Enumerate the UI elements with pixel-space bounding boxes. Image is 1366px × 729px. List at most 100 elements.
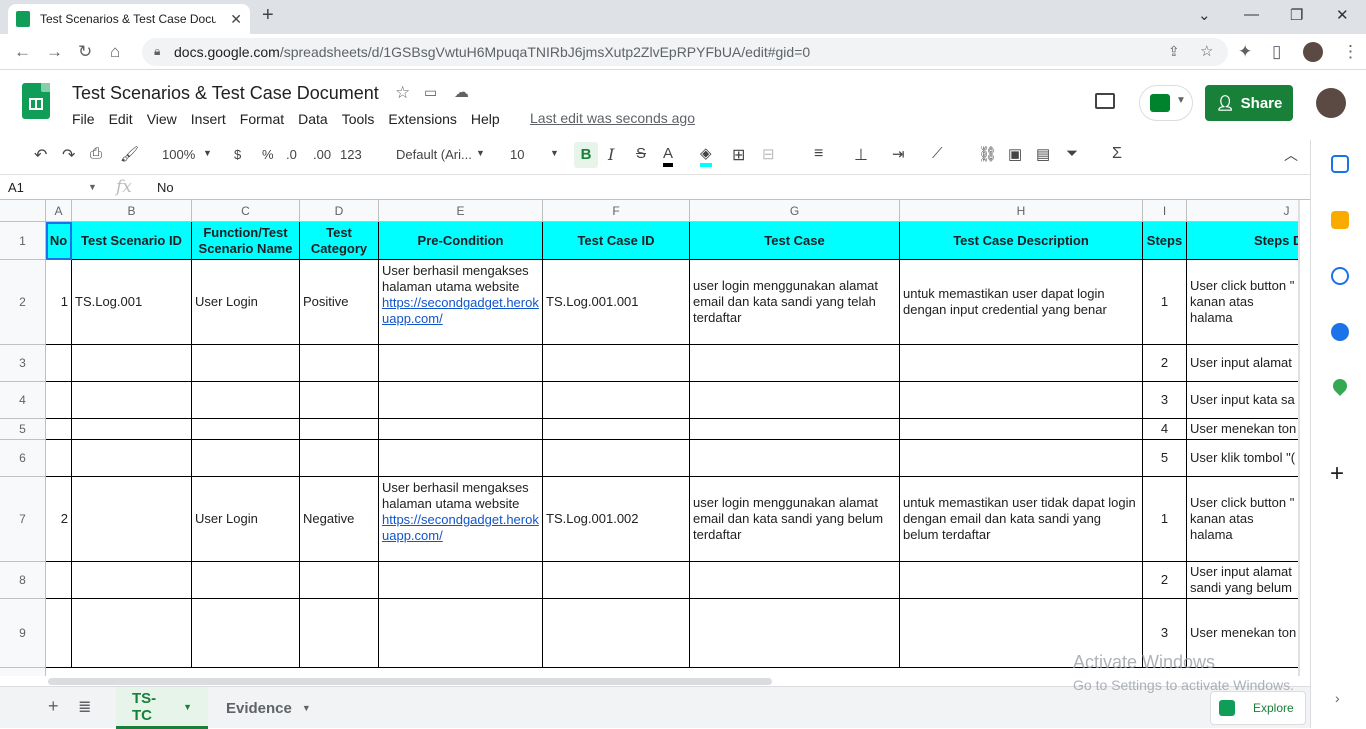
cell-c9[interactable] <box>192 599 300 668</box>
cell-d4[interactable] <box>300 382 379 419</box>
column-header-j[interactable]: J <box>1187 200 1300 222</box>
tasks-icon[interactable] <box>1331 267 1349 285</box>
row-header-4[interactable]: 4 <box>0 382 46 419</box>
cell-g6[interactable] <box>690 440 900 477</box>
add-sheet-icon[interactable]: + <box>48 696 59 717</box>
move-folder-icon[interactable]: ▭ <box>424 84 437 101</box>
cell-d9[interactable] <box>300 599 379 668</box>
cell-g7[interactable]: user login menggunakan alamat email dan … <box>690 477 900 562</box>
column-header-g[interactable]: G <box>690 200 900 222</box>
cell-d6[interactable] <box>300 440 379 477</box>
font-size-dropdown-icon[interactable]: ▼ <box>550 148 559 158</box>
cell-d3[interactable] <box>300 345 379 382</box>
font-dropdown-icon[interactable]: ▼ <box>476 148 485 158</box>
user-avatar[interactable] <box>1316 88 1346 118</box>
url-input[interactable]: 🔒︎ docs.google.com/spreadsheets/d/1GSBsg… <box>142 38 1228 66</box>
cell-g4[interactable] <box>690 382 900 419</box>
font-size-select[interactable]: 10 <box>510 147 524 162</box>
column-header-a[interactable]: A <box>46 200 72 222</box>
cell-h2[interactable]: untuk memastikan user dapat login dengan… <box>900 260 1143 345</box>
menu-extensions[interactable]: Extensions <box>388 111 456 127</box>
cell-b8[interactable] <box>72 562 192 599</box>
insert-comment-icon[interactable]: ▣ <box>1008 145 1022 163</box>
cell-e8[interactable] <box>379 562 543 599</box>
fill-color-icon[interactable]: ◈ <box>700 145 712 167</box>
menu-data[interactable]: Data <box>298 111 328 127</box>
side-panel-icon[interactable]: ▯ <box>1272 42 1281 62</box>
header-cell-description[interactable]: Test Case Description <box>900 222 1143 260</box>
column-header-f[interactable]: F <box>543 200 690 222</box>
show-side-panel-icon[interactable]: › <box>1335 690 1340 706</box>
cell-g2[interactable]: user login menggunakan alamat email dan … <box>690 260 900 345</box>
restore-icon[interactable]: ❐ <box>1290 6 1303 24</box>
cell-d2[interactable]: Positive <box>300 260 379 345</box>
header-cell-scenario-id[interactable]: Test Scenario ID <box>72 222 192 260</box>
cell-a2[interactable]: 1 <box>46 260 72 345</box>
cell-c2[interactable]: User Login <box>192 260 300 345</box>
row-header-7[interactable]: 7 <box>0 477 46 562</box>
merge-cells-icon[interactable]: ⊟ <box>762 145 775 163</box>
column-header-b[interactable]: B <box>72 200 192 222</box>
cell-h7[interactable]: untuk memastikan user tidak dapat login … <box>900 477 1143 562</box>
cell-j8[interactable]: User input alamat sandi yang belum <box>1187 562 1300 599</box>
cell-d7[interactable]: Negative <box>300 477 379 562</box>
cell-b2[interactable]: TS.Log.001 <box>72 260 192 345</box>
cell-i8[interactable]: 2 <box>1143 562 1187 599</box>
cell-g9[interactable] <box>690 599 900 668</box>
cell-i5[interactable]: 4 <box>1143 419 1187 440</box>
row-header-5[interactable]: 5 <box>0 419 46 440</box>
cell-f8[interactable] <box>543 562 690 599</box>
horizontal-scrollbar[interactable] <box>48 678 772 685</box>
cell-h3[interactable] <box>900 345 1143 382</box>
cell-d5[interactable] <box>300 419 379 440</box>
cell-b9[interactable] <box>72 599 192 668</box>
cell-j5[interactable]: User menekan ton <box>1187 419 1300 440</box>
menu-help[interactable]: Help <box>471 111 500 127</box>
header-cell-case-id[interactable]: Test Case ID <box>543 222 690 260</box>
cell-j2[interactable]: User click button " kanan atas halama <box>1187 260 1300 345</box>
menu-insert[interactable]: Insert <box>191 111 226 127</box>
cell-a7[interactable]: 2 <box>46 477 72 562</box>
row-header-2[interactable]: 2 <box>0 260 46 345</box>
row-header-10[interactable] <box>0 668 46 676</box>
minimize-icon[interactable]: — <box>1244 6 1259 23</box>
cell-c7[interactable]: User Login <box>192 477 300 562</box>
browser-tab[interactable]: Test Scenarios & Test Case Docur ✕ <box>8 4 250 34</box>
cell-c4[interactable] <box>192 382 300 419</box>
functions-icon[interactable]: Σ <box>1112 145 1122 163</box>
sheet-tab-ts-tc[interactable]: TS-TC ▼ <box>116 687 208 729</box>
cell-g3[interactable] <box>690 345 900 382</box>
currency-format-button[interactable]: $ <box>234 147 241 162</box>
row-header-6[interactable]: 6 <box>0 440 46 477</box>
menu-format[interactable]: Format <box>240 111 284 127</box>
cell-b5[interactable] <box>72 419 192 440</box>
menu-view[interactable]: View <box>147 111 177 127</box>
undo-icon[interactable]: ↶ <box>34 145 47 165</box>
decrease-decimal-button[interactable]: .0 <box>286 147 297 162</box>
share-button[interactable]: 👤︎ Share <box>1205 85 1293 121</box>
all-sheets-icon[interactable]: ≣ <box>78 697 91 717</box>
vertical-align-icon[interactable]: ⊥ <box>854 145 868 165</box>
row-header-3[interactable]: 3 <box>0 345 46 382</box>
collapse-toolbar-icon[interactable]: ︿ <box>1284 145 1298 165</box>
bold-button[interactable]: B <box>574 142 598 168</box>
header-cell-category[interactable]: Test Category <box>300 222 379 260</box>
cell-i2[interactable]: 1 <box>1143 260 1187 345</box>
cell-g8[interactable] <box>690 562 900 599</box>
cell-f6[interactable] <box>543 440 690 477</box>
cell-h5[interactable] <box>900 419 1143 440</box>
cell-e7[interactable]: User berhasil mengakses halaman utama we… <box>379 477 543 562</box>
back-icon[interactable]: ← <box>14 42 31 62</box>
filter-icon[interactable]: ⏷ <box>1066 145 1078 162</box>
header-cell-precondition[interactable]: Pre-Condition <box>379 222 543 260</box>
increase-decimal-button[interactable]: .00 <box>313 147 331 162</box>
select-all-corner[interactable] <box>0 200 46 222</box>
header-cell-test-case[interactable]: Test Case <box>690 222 900 260</box>
zoom-dropdown-icon[interactable]: ▼ <box>203 148 212 158</box>
row-header-1[interactable]: 1 <box>0 222 46 260</box>
cell-e5[interactable] <box>379 419 543 440</box>
calendar-icon[interactable] <box>1331 155 1349 173</box>
column-header-h[interactable]: H <box>900 200 1143 222</box>
cell-i6[interactable]: 5 <box>1143 440 1187 477</box>
name-box-dropdown-icon[interactable]: ▼ <box>88 182 97 192</box>
